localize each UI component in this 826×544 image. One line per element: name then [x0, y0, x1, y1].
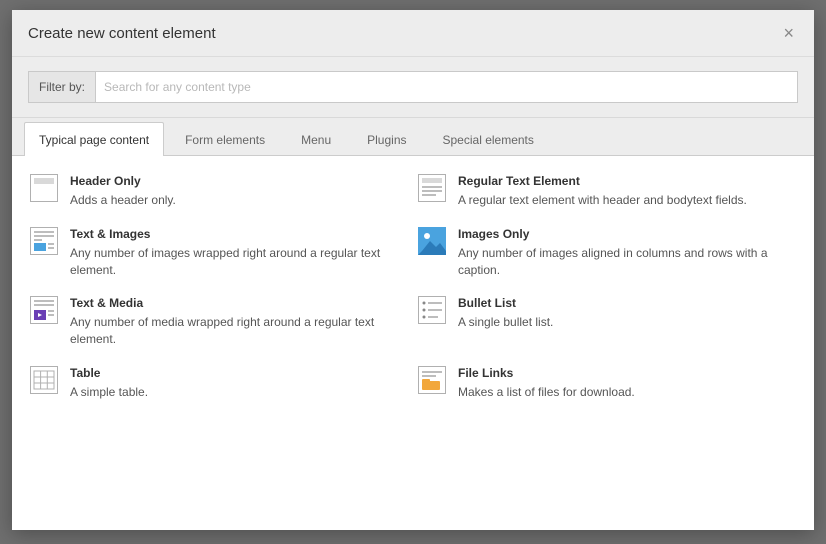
option-desc: A regular text element with header and b…: [458, 192, 786, 209]
create-content-modal: Create new content element × Filter by: …: [12, 10, 814, 530]
option-title: Text & Images: [70, 227, 398, 241]
option-desc: Any number of images aligned in columns …: [458, 245, 786, 279]
option-header-only[interactable]: Header Only Adds a header only.: [30, 174, 408, 209]
option-regular-text[interactable]: Regular Text Element A regular text elem…: [418, 174, 796, 209]
file-links-icon: [418, 366, 446, 394]
content-options: Header Only Adds a header only. Regular …: [12, 155, 814, 530]
option-text: Text & Media Any number of media wrapped…: [70, 296, 408, 348]
option-desc: Adds a header only.: [70, 192, 398, 209]
option-title: Text & Media: [70, 296, 398, 310]
option-text: Text & Images Any number of images wrapp…: [70, 227, 408, 279]
option-file-links[interactable]: File Links Makes a list of files for dow…: [418, 366, 796, 401]
modal-title: Create new content element: [28, 25, 216, 42]
option-title: Table: [70, 366, 398, 380]
close-icon[interactable]: ×: [779, 24, 798, 42]
tab-typical-page-content[interactable]: Typical page content: [24, 122, 164, 156]
option-text: Table A simple table.: [70, 366, 408, 401]
option-table[interactable]: Table A simple table.: [30, 366, 408, 401]
option-desc: A single bullet list.: [458, 314, 786, 331]
tab-plugins[interactable]: Plugins: [352, 122, 421, 156]
option-title: File Links: [458, 366, 786, 380]
text-media-icon: [30, 296, 58, 324]
option-text-images[interactable]: Text & Images Any number of images wrapp…: [30, 227, 408, 279]
option-title: Bullet List: [458, 296, 786, 310]
images-only-icon: [418, 227, 446, 255]
option-text: Regular Text Element A regular text elem…: [458, 174, 796, 209]
modal-header: Create new content element ×: [12, 10, 814, 56]
option-text: File Links Makes a list of files for dow…: [458, 366, 796, 401]
option-text: Bullet List A single bullet list.: [458, 296, 796, 331]
tab-menu[interactable]: Menu: [286, 122, 346, 156]
tab-form-elements[interactable]: Form elements: [170, 122, 280, 156]
regular-text-icon: [418, 174, 446, 202]
filter-label: Filter by:: [28, 71, 95, 103]
tab-special-elements[interactable]: Special elements: [428, 122, 549, 156]
table-icon: [30, 366, 58, 394]
option-title: Images Only: [458, 227, 786, 241]
header-only-icon: [30, 174, 58, 202]
option-desc: A simple table.: [70, 384, 398, 401]
option-desc: Any number of images wrapped right aroun…: [70, 245, 398, 279]
option-text: Header Only Adds a header only.: [70, 174, 408, 209]
tabs: Typical page content Form elements Menu …: [12, 117, 814, 155]
option-desc: Any number of media wrapped right around…: [70, 314, 398, 348]
bullet-list-icon: [418, 296, 446, 324]
filter-input[interactable]: [95, 71, 798, 103]
option-title: Regular Text Element: [458, 174, 786, 188]
option-text-media[interactable]: Text & Media Any number of media wrapped…: [30, 296, 408, 348]
option-desc: Makes a list of files for download.: [458, 384, 786, 401]
text-images-icon: [30, 227, 58, 255]
option-text: Images Only Any number of images aligned…: [458, 227, 796, 279]
filter-bar: Filter by:: [12, 56, 814, 117]
option-images-only[interactable]: Images Only Any number of images aligned…: [418, 227, 796, 279]
option-title: Header Only: [70, 174, 398, 188]
option-bullet-list[interactable]: Bullet List A single bullet list.: [418, 296, 796, 348]
